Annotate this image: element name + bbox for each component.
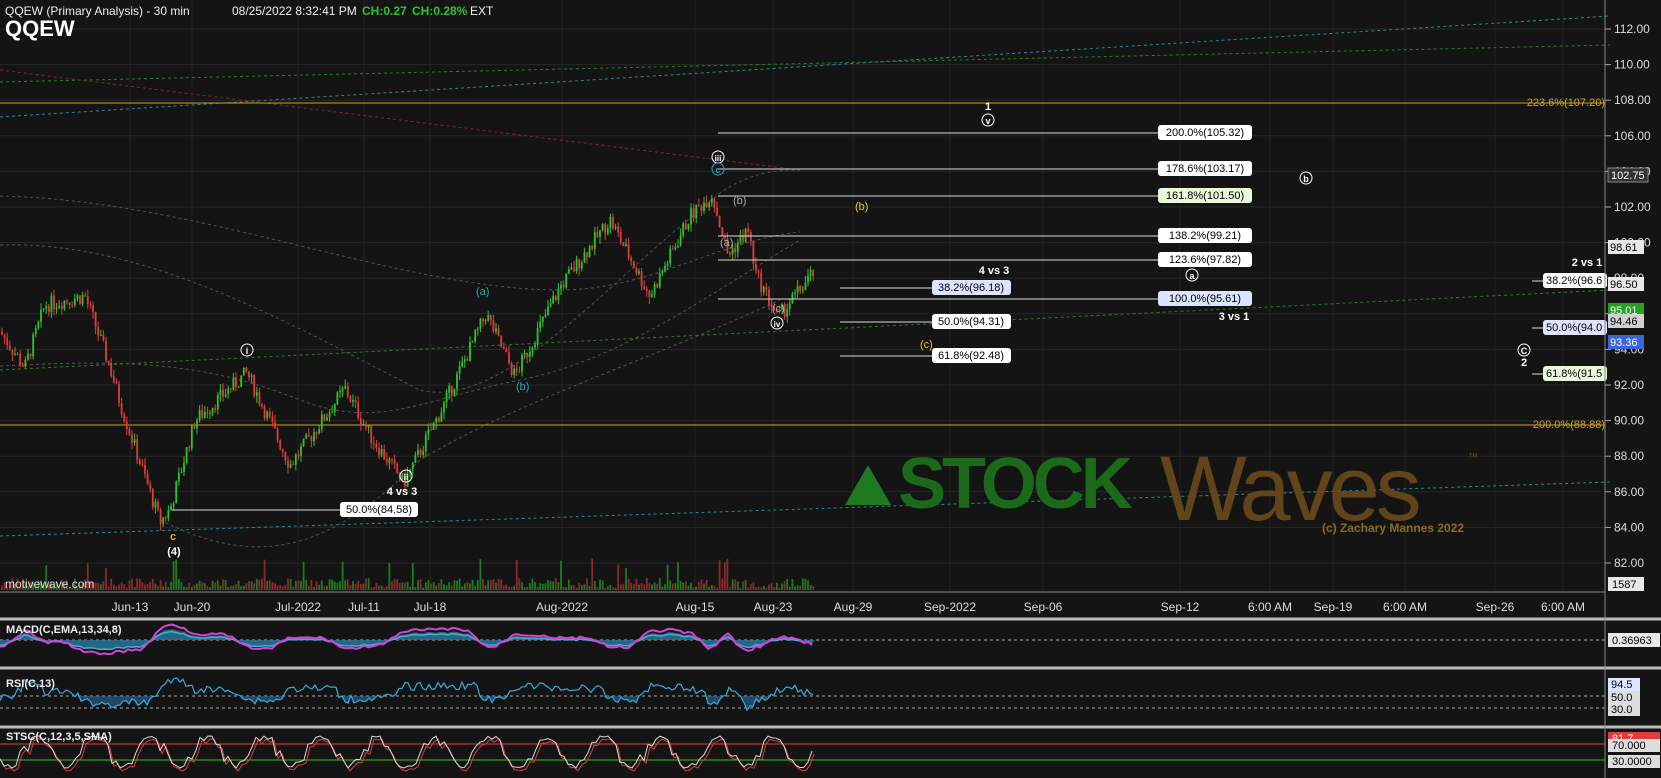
chart-datetime: 08/25/2022 8:32:41 PM bbox=[232, 4, 357, 18]
time-tick: Jul-11 bbox=[348, 600, 380, 614]
fib-right-label: 38.2%(96.6 bbox=[1546, 275, 1602, 287]
wave-c-yellow: (c) bbox=[920, 339, 933, 351]
wave-one-label: 1 bbox=[985, 101, 991, 113]
price-tick: 102.00 bbox=[1614, 200, 1651, 214]
wave-iii-label: iii bbox=[715, 154, 722, 163]
time-tick: Jul-18 bbox=[414, 600, 447, 614]
change-points: CH:0.27 bbox=[362, 4, 407, 18]
time-tick: Sep-2022 bbox=[924, 600, 976, 614]
session-label: EXT bbox=[470, 4, 494, 18]
price-tag: 94.46 bbox=[1610, 316, 1638, 328]
wave-i-label: i bbox=[246, 346, 249, 356]
time-tick: Jun-13 bbox=[112, 600, 149, 614]
time-tick: Jul-2022 bbox=[275, 600, 321, 614]
price-tick: 82.00 bbox=[1614, 556, 1644, 570]
fib-label: 178.6%(103.17) bbox=[1166, 163, 1244, 175]
note-4vs3-right: 4 vs 3 bbox=[979, 265, 1010, 277]
price-tick: 106.00 bbox=[1614, 129, 1651, 143]
time-tick: Aug-29 bbox=[834, 600, 873, 614]
time-tick: Jun-20 bbox=[174, 600, 211, 614]
wave-a-grey: (a) bbox=[720, 237, 733, 249]
fib-low-label: 50.0%(84.58) bbox=[346, 504, 412, 516]
note-2vs1: 2 vs 1 bbox=[1572, 257, 1603, 269]
wave-b-yellow: (b) bbox=[855, 201, 868, 213]
fib-right-label: 50.0%(94.0 bbox=[1546, 322, 1602, 334]
fib-label: 123.6%(97.82) bbox=[1169, 254, 1241, 266]
watermark-copyright: (c) Zachary Mannes 2022 bbox=[1322, 521, 1464, 535]
time-tick: Aug-15 bbox=[676, 600, 715, 614]
macd-title: MACD(C,EMA,13,34,8) bbox=[6, 624, 122, 636]
price-tick: 84.00 bbox=[1614, 520, 1644, 534]
time-tick: Aug-23 bbox=[754, 600, 793, 614]
change-percent: CH:0.28% bbox=[412, 4, 468, 18]
wave-b-circle-label: b bbox=[1303, 174, 1309, 184]
rsi-value: 94.5 bbox=[1611, 679, 1632, 691]
wave-b-cyan: (b) bbox=[516, 381, 529, 393]
wave-a-cyan: (a) bbox=[476, 286, 489, 298]
orange-level-label: 200.0%(88.88) bbox=[1533, 419, 1605, 431]
note-3vs1: 3 vs 1 bbox=[1219, 311, 1250, 323]
fib-retrace-label: 50.0%(94.31) bbox=[938, 316, 1004, 328]
volume-tag: 1587 bbox=[1612, 579, 1636, 591]
credit-label: motivewave.com bbox=[5, 577, 95, 591]
wave-four-label: (4) bbox=[167, 546, 181, 558]
wave-v-label: v bbox=[985, 116, 990, 126]
fib-retrace-label: 61.8%(92.48) bbox=[938, 350, 1004, 362]
price-tick: 90.00 bbox=[1614, 414, 1644, 428]
time-tick: Sep-12 bbox=[1161, 600, 1200, 614]
price-tick: 88.00 bbox=[1614, 449, 1644, 463]
wave-b-grey: (b) bbox=[733, 195, 746, 207]
time-tick: Sep-06 bbox=[1024, 600, 1063, 614]
fib-label: 138.2%(99.21) bbox=[1169, 230, 1241, 242]
orange-level-label: 223.6%(107.20) bbox=[1527, 97, 1605, 109]
stoch-level: 30.0000 bbox=[1612, 756, 1652, 768]
watermark-tm: ™ bbox=[1468, 452, 1478, 463]
wave-c-cyan-label: c bbox=[715, 165, 720, 175]
price-tick: 86.00 bbox=[1614, 485, 1644, 499]
note-4vs3-left: 4 vs 3 bbox=[387, 486, 418, 498]
fib-label: 200.0%(105.32) bbox=[1166, 127, 1244, 139]
fib-label: 161.8%(101.50) bbox=[1166, 190, 1244, 202]
time-tick: 6:00 AM bbox=[1541, 600, 1585, 614]
stoch-title: STSC(C,12,3,5,SMA) bbox=[6, 731, 112, 743]
stoch-level: 70.000 bbox=[1612, 740, 1646, 752]
rsi-level: 50.0 bbox=[1611, 692, 1632, 704]
price-tag: 96.50 bbox=[1610, 279, 1638, 291]
fib-label: 100.0%(95.61) bbox=[1169, 293, 1241, 305]
rsi-level: 30.0 bbox=[1611, 704, 1632, 716]
time-tick: 6:00 AM bbox=[1383, 600, 1427, 614]
wave-c-major: c bbox=[170, 531, 176, 543]
wave-ii-label: ii bbox=[404, 473, 408, 482]
symbol-label: QQEW bbox=[5, 16, 75, 41]
price-tick: 112.00 bbox=[1614, 22, 1650, 36]
main-chart[interactable]: 200.0%(105.32) 178.6%(103.17) 161.8%(101… bbox=[0, 0, 1661, 778]
price-tag: 93.36 bbox=[1610, 337, 1638, 349]
time-tick: 6:00 AM bbox=[1248, 600, 1292, 614]
price-tick: 92.00 bbox=[1614, 378, 1644, 392]
price-tag: 98.61 bbox=[1610, 242, 1638, 254]
rsi-title: RSI(C,13) bbox=[6, 678, 55, 690]
wave-big-c-label: C bbox=[1521, 346, 1528, 356]
watermark-brand: STOCK bbox=[898, 444, 1133, 524]
price-tick: 108.00 bbox=[1614, 93, 1651, 107]
wave-iv-label: iv bbox=[774, 320, 781, 329]
time-tick: Sep-19 bbox=[1314, 600, 1353, 614]
macd-value: 0.36963 bbox=[1612, 635, 1652, 647]
wave-two-label: 2 bbox=[1521, 357, 1527, 369]
wave-c-grey: (c) bbox=[772, 303, 785, 315]
time-tick: Aug-2022 bbox=[536, 600, 588, 614]
fib-retrace-label: 38.2%(96.18) bbox=[938, 282, 1004, 294]
time-tick: Sep-26 bbox=[1476, 600, 1515, 614]
last-price-tag: 102.75 bbox=[1611, 170, 1645, 182]
price-tick: 110.00 bbox=[1614, 58, 1650, 72]
fib-right-label: 61.8%(91.5 bbox=[1546, 368, 1602, 380]
